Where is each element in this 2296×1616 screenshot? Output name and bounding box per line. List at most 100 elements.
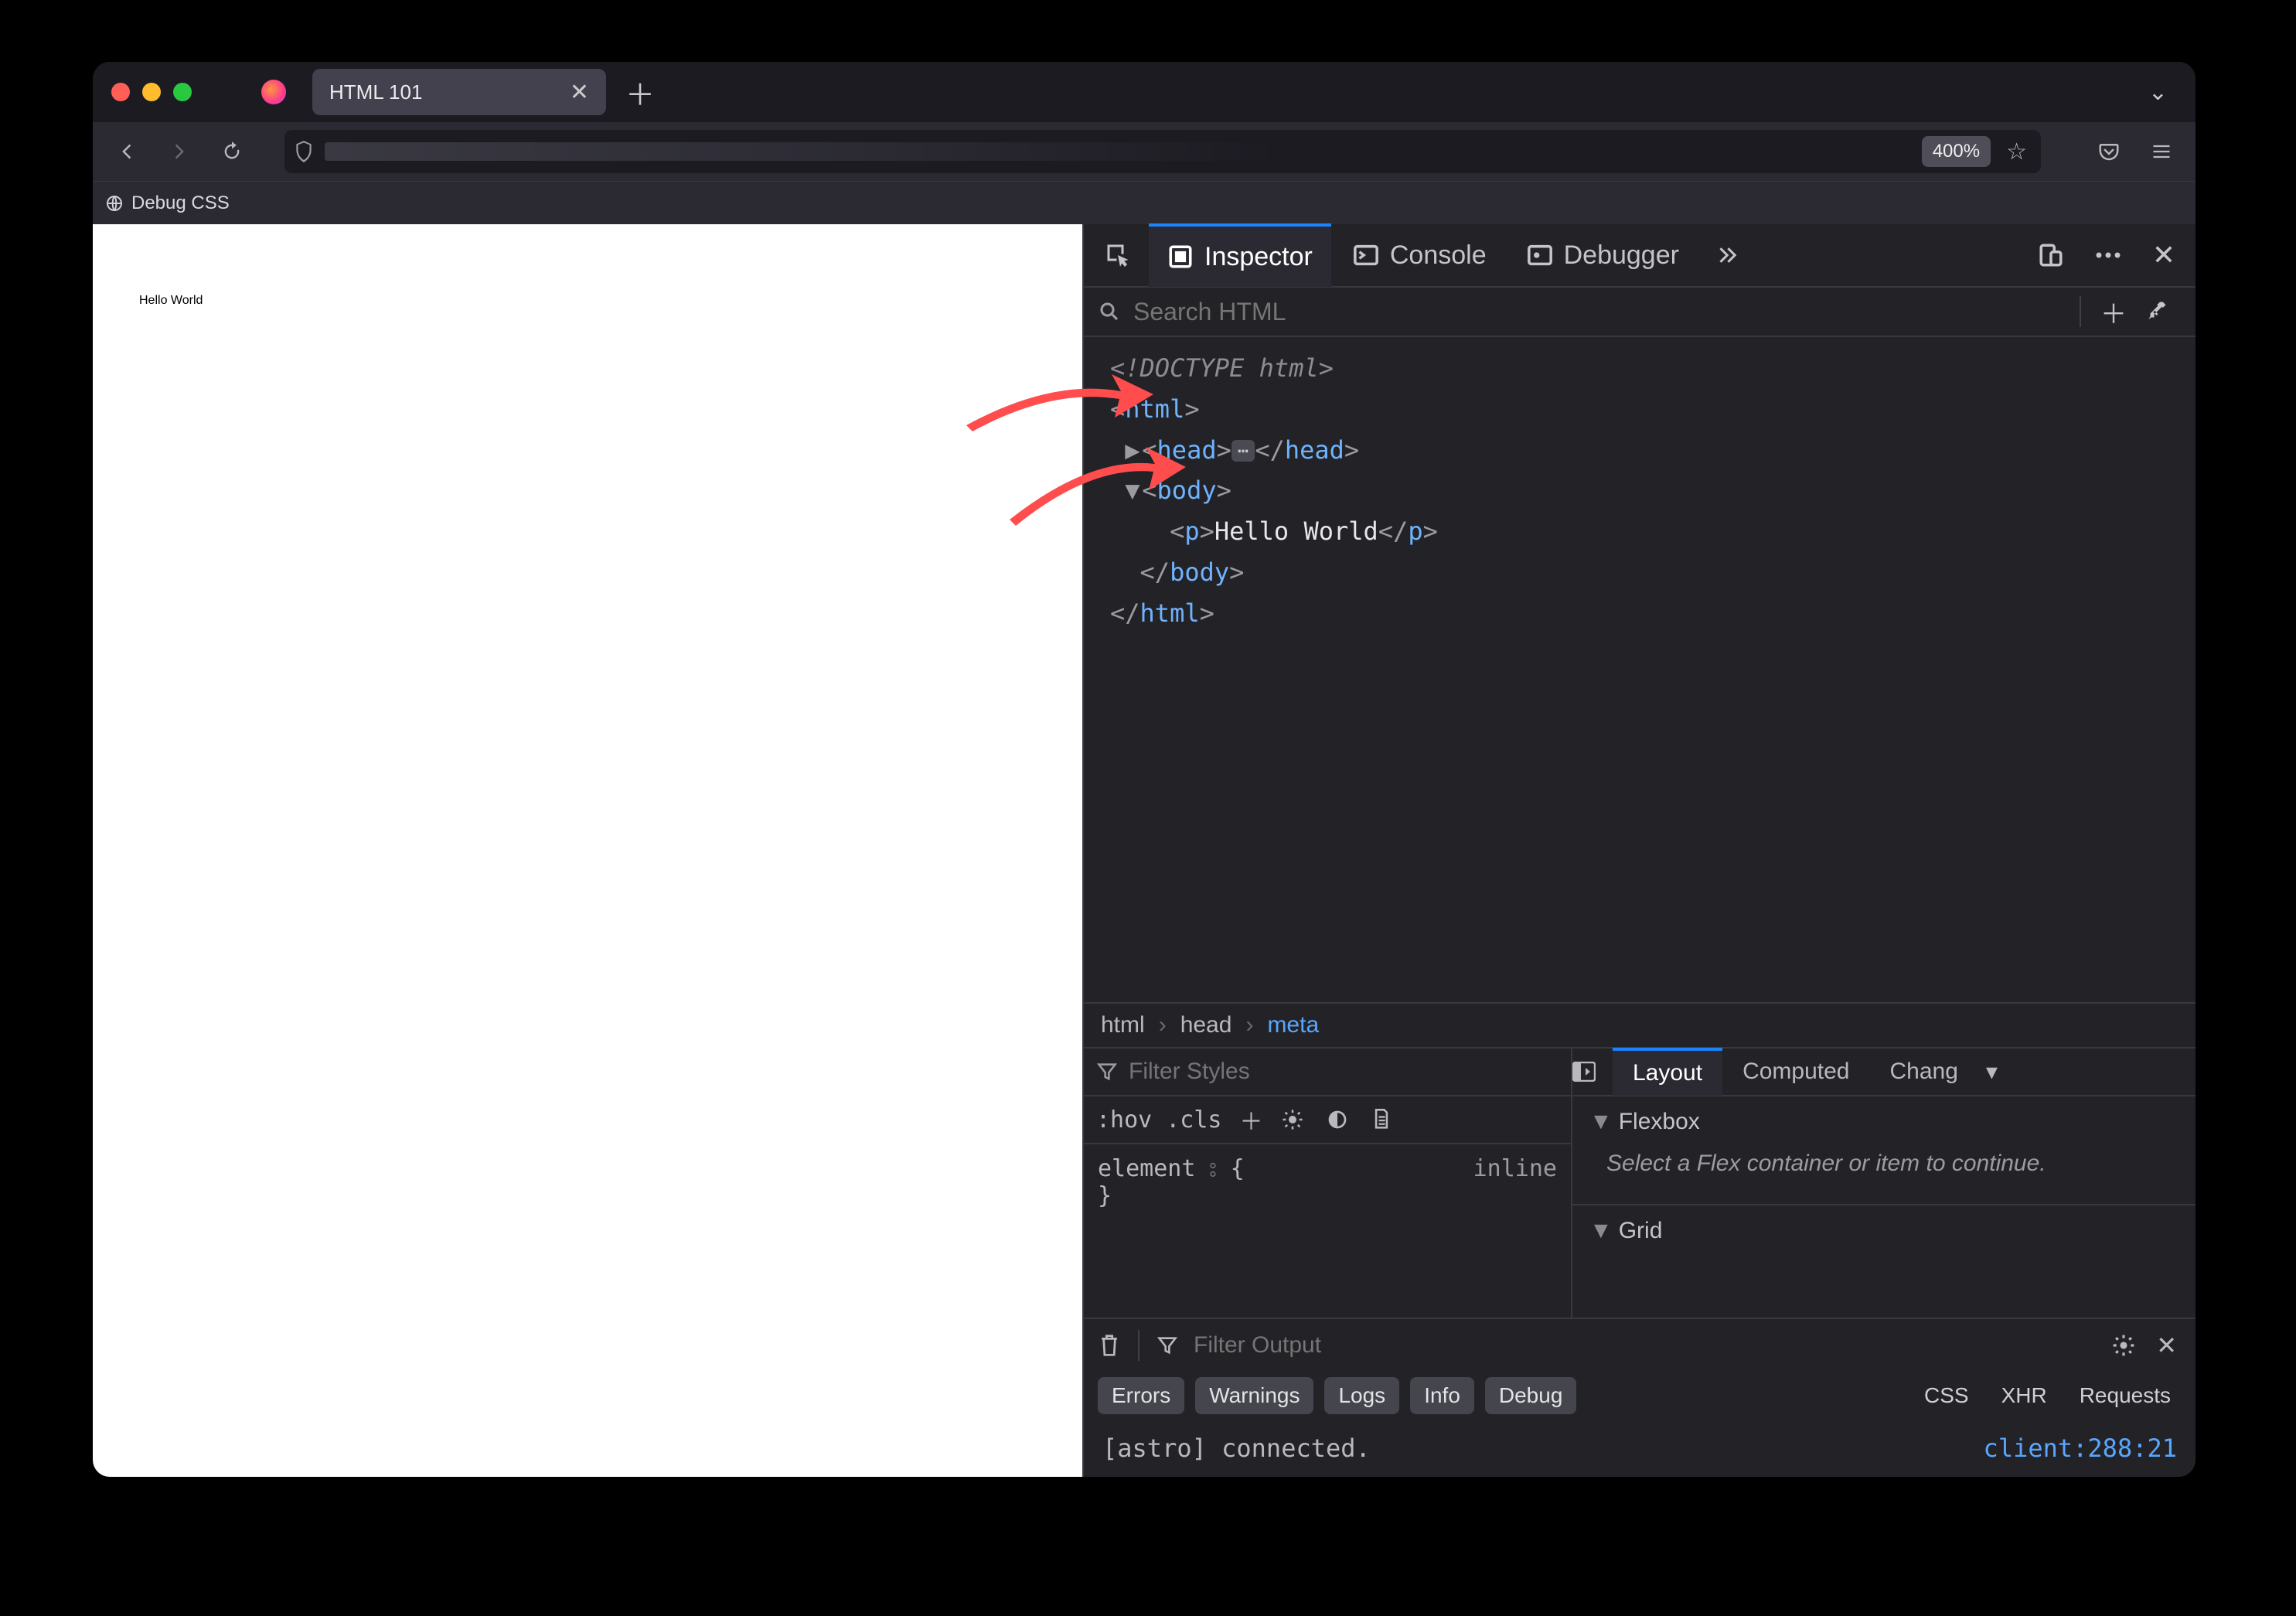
separator: [2080, 296, 2081, 327]
chip-info[interactable]: Info: [1410, 1377, 1474, 1414]
zoom-badge[interactable]: 400%: [1922, 136, 1991, 167]
tab-console-label: Console: [1390, 240, 1487, 271]
devtools-tabbar: Inspector Console Debugger: [1084, 224, 2196, 288]
window-controls: [111, 83, 192, 101]
style-rule[interactable]: element ⦂ { } inline: [1084, 1144, 1571, 1318]
tab-console[interactable]: Console: [1334, 223, 1505, 287]
responsive-mode-icon[interactable]: [2024, 223, 2078, 287]
body-tag: body: [1157, 476, 1217, 505]
chip-warnings[interactable]: Warnings: [1195, 1377, 1313, 1414]
tab-debugger[interactable]: Debugger: [1508, 223, 1698, 287]
tab-inspector-label: Inspector: [1204, 242, 1313, 272]
back-button[interactable]: [105, 130, 148, 173]
flexbox-section: ▼Flexbox Select a Flex container or item…: [1572, 1096, 2196, 1204]
close-devtools-icon[interactable]: ✕: [2138, 223, 2189, 287]
layout-tab-computed[interactable]: Computed: [1722, 1048, 1869, 1096]
chip-debug[interactable]: Debug: [1485, 1377, 1577, 1414]
trash-icon[interactable]: [1098, 1333, 1121, 1358]
bookmark-star-icon[interactable]: ☆: [2001, 138, 2032, 165]
pick-element-icon[interactable]: [1090, 223, 1146, 287]
tabs-overflow-icon[interactable]: [1701, 223, 1755, 287]
close-window-button[interactable]: [111, 83, 130, 101]
devtools-menu-icon[interactable]: [2081, 223, 2135, 287]
crumb-head[interactable]: head: [1180, 1012, 1232, 1038]
log-source: client:288:21: [1984, 1434, 2177, 1463]
eyedropper-icon[interactable]: [2144, 300, 2182, 323]
globe-icon: [105, 194, 124, 213]
chevron-right-icon: ›: [1159, 1012, 1167, 1038]
html-open-tag: html: [1125, 394, 1184, 424]
new-tab-button[interactable]: ＋: [620, 71, 660, 114]
bookmark-item[interactable]: Debug CSS: [131, 193, 230, 214]
firefox-icon: [261, 80, 286, 104]
p-text: Hello World: [1214, 517, 1378, 546]
devtools-panel: Inspector Console Debugger: [1082, 224, 2196, 1477]
navigation-toolbar: 400% ☆: [93, 122, 2196, 181]
reload-button[interactable]: [210, 130, 254, 173]
layout-panel: Layout Computed Chang ▾ ▼Flexbox Select …: [1572, 1048, 2196, 1318]
chevron-down-icon[interactable]: ▾: [1978, 1059, 2005, 1086]
inspector-icon: [1167, 244, 1194, 270]
html-search-input[interactable]: [1133, 298, 2066, 326]
dom-tree[interactable]: <!DOCTYPE html> <html> ▶<head>⋯</head> ▼…: [1084, 337, 2196, 1002]
ellipsis-icon[interactable]: ⋯: [1231, 440, 1255, 462]
browser-window: HTML 101 ✕ ＋ ⌄ 400%: [93, 62, 2196, 1477]
flexbox-header[interactable]: Flexbox: [1619, 1109, 1700, 1134]
dark-mode-icon[interactable]: [1326, 1108, 1357, 1131]
console-log-line: [astro] connected. client:288:21: [1084, 1420, 2196, 1477]
page-heading: Hello World: [139, 294, 1036, 308]
filter-styles-input[interactable]: [1129, 1059, 1558, 1085]
tab-bar: HTML 101 ✕ ＋ ⌄: [93, 62, 2196, 122]
add-node-icon[interactable]: ＋: [2095, 293, 2132, 331]
funnel-icon: [1096, 1061, 1118, 1082]
cls-toggle[interactable]: .cls: [1166, 1106, 1221, 1134]
print-media-icon[interactable]: [1371, 1108, 1402, 1131]
console-toolbar: ✕: [1084, 1319, 2196, 1372]
add-rule-icon[interactable]: ＋: [1236, 1103, 1267, 1137]
tab-debugger-label: Debugger: [1564, 240, 1679, 271]
inline-source-label: inline: [1473, 1155, 1557, 1307]
styles-panel: :hov .cls ＋: [1084, 1048, 1572, 1318]
debugger-icon: [1527, 242, 1553, 268]
hov-toggle[interactable]: :hov: [1096, 1106, 1152, 1134]
pocket-icon[interactable]: [2087, 130, 2131, 173]
html-search-row: ＋: [1084, 288, 2196, 337]
url-bar[interactable]: 400% ☆: [284, 130, 2041, 173]
crumb-html[interactable]: html: [1101, 1012, 1145, 1038]
flexbox-hint: Select a Flex container or item to conti…: [1589, 1143, 2178, 1192]
close-drawer-icon[interactable]: ✕: [2151, 1331, 2182, 1360]
sidebar-toggle-icon[interactable]: [1572, 1062, 1613, 1082]
close-tab-icon[interactable]: ✕: [565, 79, 594, 106]
grid-header[interactable]: Grid: [1619, 1218, 1663, 1243]
funnel-icon: [1157, 1335, 1178, 1356]
layout-tab-changes[interactable]: Chang: [1870, 1048, 1978, 1096]
layout-tabbar: Layout Computed Chang ▾: [1572, 1048, 2196, 1096]
browser-tab[interactable]: HTML 101 ✕: [312, 69, 606, 115]
app-menu-icon[interactable]: [2140, 130, 2183, 173]
filter-output-input[interactable]: [1194, 1332, 2096, 1359]
filter-requests[interactable]: Requests: [2069, 1379, 2182, 1413]
filter-xhr[interactable]: XHR: [1991, 1379, 2058, 1413]
filter-css[interactable]: CSS: [1913, 1379, 1980, 1413]
bookmarks-toolbar: Debug CSS: [93, 181, 2196, 224]
grid-section: ▼Grid: [1572, 1204, 2196, 1264]
tracking-shield-icon[interactable]: [294, 140, 314, 163]
light-mode-icon[interactable]: [1281, 1108, 1312, 1131]
fullscreen-window-button[interactable]: [173, 83, 192, 101]
head-tag: head: [1157, 435, 1217, 465]
layout-tab-layout[interactable]: Layout: [1613, 1048, 1722, 1096]
separator: [1138, 1330, 1139, 1361]
log-filter-chips: Errors Warnings Logs Info Debug CSS XHR …: [1084, 1372, 2196, 1420]
tab-inspector[interactable]: Inspector: [1149, 223, 1331, 287]
filter-styles-row: [1084, 1048, 1571, 1096]
console-settings-icon[interactable]: [2111, 1333, 2136, 1358]
forward-button[interactable]: [158, 130, 201, 173]
chip-logs[interactable]: Logs: [1324, 1377, 1399, 1414]
styles-toolbar: :hov .cls ＋: [1084, 1096, 1571, 1144]
minimize-window-button[interactable]: [142, 83, 161, 101]
tab-title: HTML 101: [329, 80, 422, 104]
crumb-meta[interactable]: meta: [1267, 1012, 1319, 1038]
tabs-overflow-icon[interactable]: ⌄: [2133, 79, 2183, 106]
dom-breadcrumb[interactable]: html › head › meta: [1084, 1002, 2196, 1047]
chip-errors[interactable]: Errors: [1098, 1377, 1184, 1414]
